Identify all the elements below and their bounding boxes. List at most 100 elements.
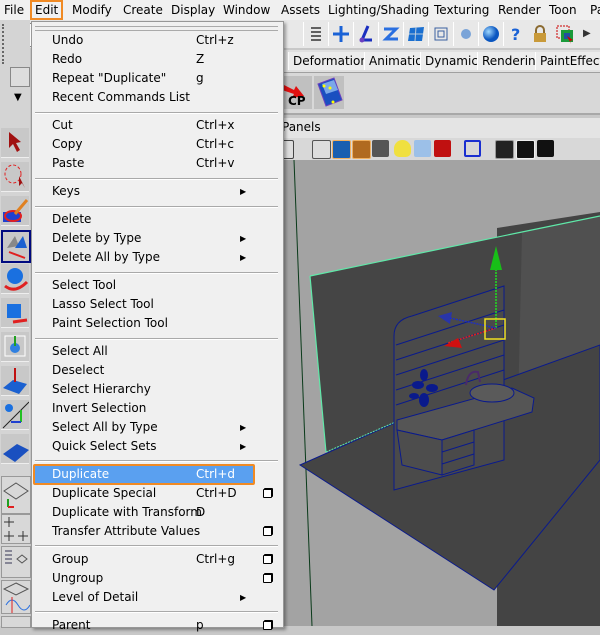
perspective-viewport[interactable]	[282, 160, 600, 626]
menu-item-undo[interactable]: Undo Ctrl+z	[34, 31, 278, 50]
menu-item-redo[interactable]: Redo Z	[34, 50, 278, 69]
hypershade-layout-button[interactable]	[1, 616, 31, 628]
layout-toggle-icon[interactable]	[303, 22, 329, 46]
menu-item-paint-selection-tool[interactable]: Paint Selection Tool	[34, 314, 278, 333]
option-box-icon[interactable]	[263, 555, 272, 564]
snap-grid-icon[interactable]	[328, 22, 354, 46]
menu-item-quick-select-sets[interactable]: Quick Select Sets ▶	[34, 437, 278, 456]
wireframe-icon[interactable]	[312, 140, 331, 159]
select-tool-button[interactable]	[1, 128, 29, 158]
toolbar-scroll-right-icon[interactable]: ▶	[583, 28, 591, 39]
menu-item-duplicate[interactable]: Duplicate Ctrl+d	[33, 464, 255, 485]
scene-view	[293, 160, 600, 626]
tab-deformation[interactable]: Deformation	[288, 52, 373, 70]
menu-render[interactable]: Render	[498, 2, 541, 18]
joints-icon[interactable]	[537, 140, 554, 157]
menu-item-select-all[interactable]: Select All	[34, 342, 278, 361]
four-view-layout-button[interactable]	[1, 514, 31, 544]
smooth-shade-icon[interactable]	[332, 140, 351, 159]
menu-lighting-shading[interactable]: Lighting/Shading	[328, 2, 429, 18]
menu-item-invert-selection[interactable]: Invert Selection	[34, 399, 278, 418]
snap-point-icon[interactable]	[378, 22, 404, 46]
move-tool-button[interactable]	[1, 230, 31, 263]
lock-icon[interactable]	[528, 22, 552, 46]
isolate-select-icon[interactable]	[464, 140, 481, 157]
show-manip-button[interactable]	[1, 400, 30, 430]
menu-assets[interactable]: Assets	[281, 2, 320, 18]
shelf-cp-label: CP	[288, 94, 306, 108]
menu-item-duplicate-special[interactable]: Duplicate Special Ctrl+D	[34, 484, 278, 503]
render-sphere-icon[interactable]	[478, 22, 504, 46]
toolbox-grip[interactable]	[2, 24, 8, 64]
menu-separator	[35, 272, 278, 274]
menu-item-recent-commands[interactable]: Recent Commands List	[34, 88, 278, 107]
option-box-icon[interactable]	[263, 527, 272, 536]
snap-curve-icon[interactable]	[353, 22, 379, 46]
menu-create[interactable]: Create	[123, 2, 163, 18]
shadows-icon[interactable]	[434, 140, 451, 157]
universal-manip-button[interactable]	[1, 332, 29, 362]
grid-toggle-icon[interactable]	[516, 140, 535, 159]
menu-item-level-of-detail[interactable]: Level of Detail ▶	[34, 588, 278, 607]
menu-item-shortcut: D	[196, 505, 206, 519]
menu-item-select-tool[interactable]: Select Tool	[34, 276, 278, 295]
graph-editor-layout-button[interactable]	[1, 580, 31, 614]
xray-icon[interactable]	[414, 140, 431, 157]
option-box-icon[interactable]	[263, 574, 272, 583]
menu-edit[interactable]: Edit	[30, 0, 64, 20]
menu-item-shortcut: Ctrl+c	[196, 137, 235, 151]
single-perspective-layout-button[interactable]	[1, 476, 31, 514]
menu-item-group[interactable]: Group Ctrl+g	[34, 550, 278, 569]
menu-texturing[interactable]: Texturing	[434, 2, 489, 18]
shelf-uv-button[interactable]	[314, 76, 344, 109]
menu-item-duplicate-with-transform[interactable]: Duplicate with Transform D	[34, 503, 278, 522]
paint-select-tool-button[interactable]	[1, 196, 29, 226]
menu-file[interactable]: File	[4, 2, 24, 18]
menu-display[interactable]: Display	[171, 2, 215, 18]
soft-mod-button[interactable]	[1, 366, 29, 396]
toolbox-field[interactable]	[10, 67, 30, 87]
menu-window[interactable]: Window	[223, 2, 270, 18]
last-tool-button[interactable]	[1, 434, 29, 464]
help-icon[interactable]: ?	[503, 22, 529, 46]
menu-item-lasso-select-tool[interactable]: Lasso Select Tool	[34, 295, 278, 314]
menu-item-ungroup[interactable]: Ungroup	[34, 569, 278, 588]
menu-item-copy[interactable]: Copy Ctrl+c	[34, 135, 278, 154]
menu-more[interactable]: Pa	[590, 2, 600, 18]
menu-item-select-all-by-type[interactable]: Select All by Type ▶	[34, 418, 278, 437]
menu-item-paste[interactable]: Paste Ctrl+v	[34, 154, 278, 173]
tab-painteffects[interactable]: PaintEffects	[535, 52, 600, 70]
snap-live-icon[interactable]	[428, 22, 454, 46]
menu-item-delete[interactable]: Delete	[34, 210, 278, 229]
toolbox-dropdown-icon[interactable]: ▼	[14, 92, 22, 103]
option-box-icon[interactable]	[263, 489, 272, 498]
menu-item-label: Select All	[52, 344, 108, 358]
menu-item-cut[interactable]: Cut Ctrl+x	[34, 116, 278, 135]
menu-item-keys[interactable]: Keys ▶	[34, 182, 278, 201]
select-region-icon[interactable]	[553, 22, 577, 46]
menu-item-deselect[interactable]: Deselect	[34, 361, 278, 380]
lights-icon[interactable]	[394, 140, 411, 157]
scale-tool-button[interactable]	[1, 298, 29, 328]
shelf-cp-button[interactable]: CP	[282, 76, 312, 109]
menu-modify[interactable]: Modify	[72, 2, 112, 18]
menu-panels[interactable]: Panels	[282, 120, 321, 134]
snap-plane-icon[interactable]	[403, 22, 429, 46]
lasso-tool-button[interactable]	[1, 162, 29, 192]
xray-joints-icon[interactable]	[495, 140, 514, 159]
wireframe-on-shaded-icon[interactable]	[352, 140, 371, 159]
outliner-layout-button[interactable]	[1, 546, 31, 578]
paint-icon[interactable]	[453, 22, 479, 46]
menu-item-shortcut: Ctrl+D	[196, 486, 237, 500]
menu-item-repeat[interactable]: Repeat "Duplicate" g	[34, 69, 278, 88]
menu-toon[interactable]: Toon	[549, 2, 577, 18]
menu-item-label: Keys	[52, 184, 81, 198]
textured-icon[interactable]	[372, 140, 389, 157]
menu-item-transfer-attribute-values[interactable]: Transfer Attribute Values	[34, 522, 278, 541]
rotate-tool-button[interactable]	[1, 264, 29, 294]
menu-item-delete-by-type[interactable]: Delete by Type ▶	[34, 229, 278, 248]
menu-item-select-hierarchy[interactable]: Select Hierarchy	[34, 380, 278, 399]
menu-item-shortcut: Z	[196, 52, 205, 66]
menu-item-delete-all-by-type[interactable]: Delete All by Type ▶	[34, 248, 278, 267]
grid-line	[293, 160, 313, 626]
